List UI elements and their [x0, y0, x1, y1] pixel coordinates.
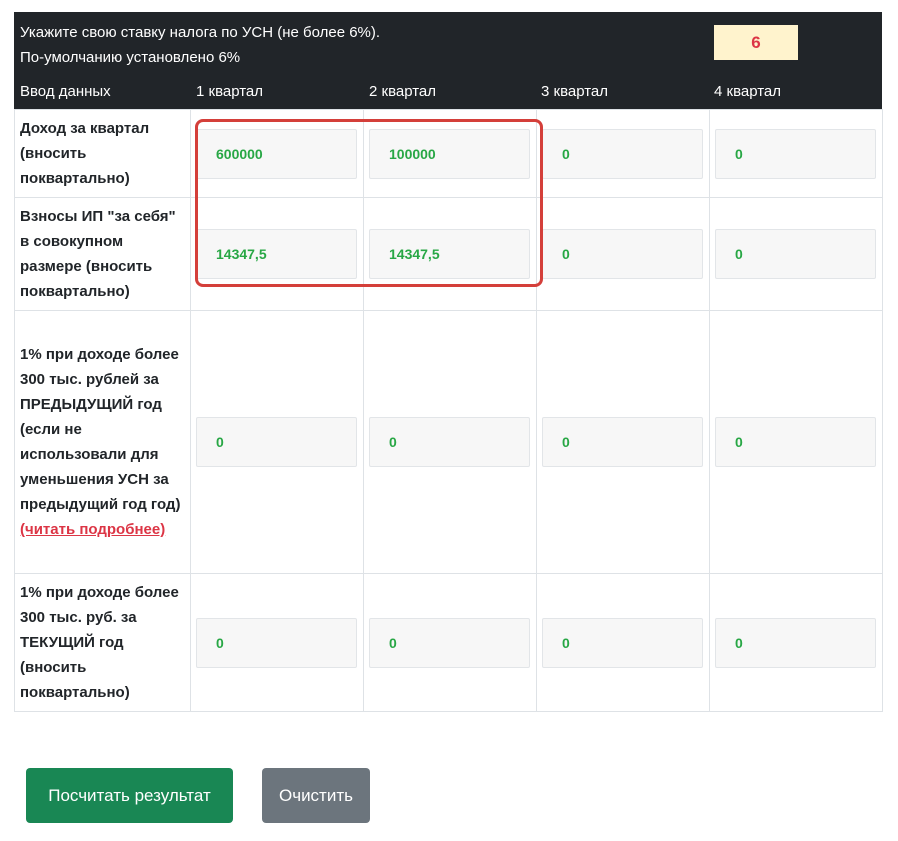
previous-year-q2-input[interactable]: 0 [369, 417, 530, 467]
current-year-q4-input[interactable]: 0 [715, 617, 876, 668]
column-header-q1: 1 квартал [196, 83, 264, 100]
row-label-contributions: Взносы ИП "за себя" в совокупном размере… [14, 197, 191, 311]
current-year-q2-input[interactable]: 0 [369, 617, 530, 668]
current-year-q1-input[interactable]: 0 [196, 617, 357, 668]
calculator-header: Укажите свою ставку налога по УСН (не бо… [14, 12, 882, 109]
previous-year-q1-input[interactable]: 0 [196, 417, 357, 467]
column-header-q4: 4 квартал [714, 83, 782, 100]
highlight-annotation-box [195, 119, 543, 287]
row-label-income: Доход за квартал (вносить поквартально) [14, 109, 191, 198]
column-header-input-data: Ввод данных [20, 83, 111, 100]
read-more-link[interactable]: (читать подробнее) [20, 521, 165, 538]
calculate-button[interactable]: Посчитать результат [26, 768, 233, 823]
current-year-q3-input[interactable]: 0 [542, 617, 703, 668]
row-label-previous-year-text: 1% при доходе более 300 тыс. рублей за П… [20, 346, 181, 513]
rate-instruction-line-2: По-умолчанию установлено 6% [20, 49, 241, 66]
clear-button[interactable]: Очистить [262, 768, 370, 823]
row-label-current-year: 1% при доходе более 300 тыс. руб. за ТЕК… [14, 573, 191, 712]
row-label-previous-year: 1% при доходе более 300 тыс. рублей за П… [14, 310, 191, 574]
contributions-q4-input[interactable]: 0 [715, 229, 876, 279]
rate-instruction-line-1: Укажите свою ставку налога по УСН (не бо… [20, 24, 381, 41]
income-q3-input[interactable]: 0 [542, 128, 703, 179]
table-row-previous-year-one-percent: 1% при доходе более 300 тыс. рублей за П… [14, 310, 883, 574]
rate-instructions: Укажите свою ставку налога по УСН (не бо… [20, 20, 380, 70]
table-row-current-year-one-percent: 1% при доходе более 300 тыс. руб. за ТЕК… [14, 573, 883, 712]
column-header-q2: 2 квартал [369, 83, 437, 100]
column-header-q3: 3 квартал [541, 83, 609, 100]
contributions-q3-input[interactable]: 0 [542, 229, 703, 279]
tax-rate-input[interactable]: 6 [714, 25, 798, 60]
previous-year-q3-input[interactable]: 0 [542, 417, 703, 467]
income-q4-input[interactable]: 0 [715, 128, 876, 179]
previous-year-q4-input[interactable]: 0 [715, 417, 876, 467]
